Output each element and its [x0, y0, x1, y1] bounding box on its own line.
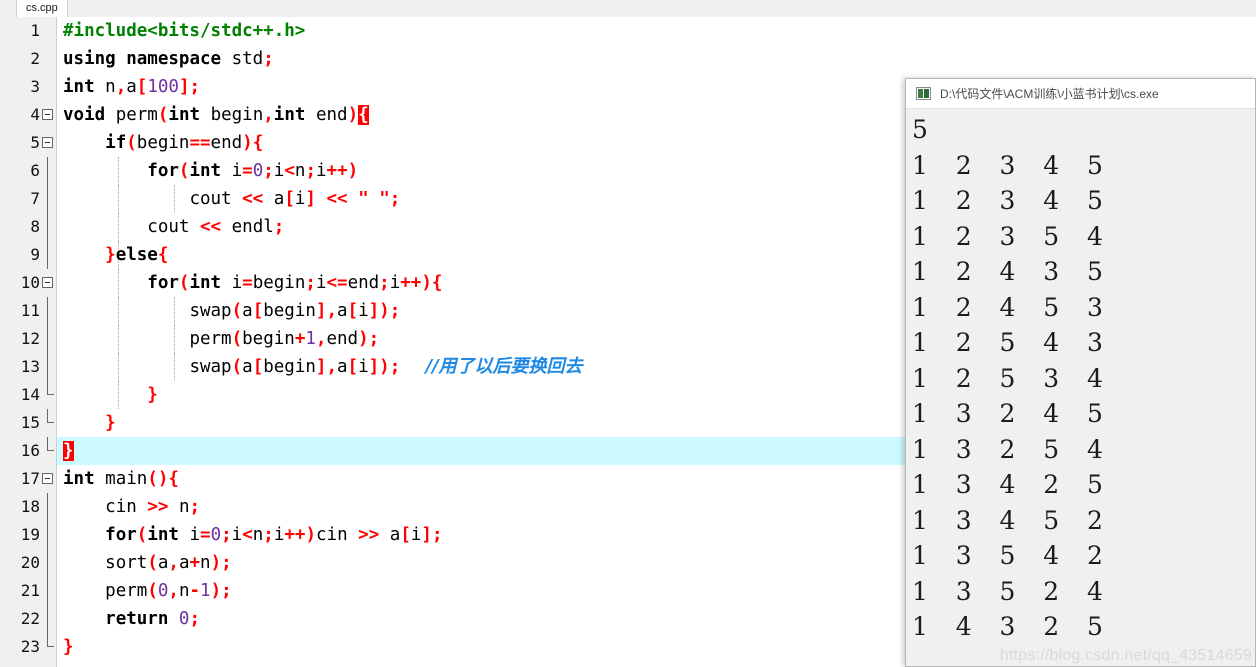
code-text: cout << endl; [147, 217, 285, 237]
line-number: 10 [20, 273, 40, 292]
code-text: cin >> n; [105, 497, 201, 517]
console-output-line: 1 2 4 5 3 [912, 292, 1104, 322]
fold-guide-line [47, 297, 48, 325]
code-text: sort(a,a+n); [105, 553, 232, 573]
code-comment: //用了以后要换回去 [400, 356, 583, 377]
console-output-line: 1 3 5 4 2 [912, 541, 1104, 570]
line-number: 5 [30, 133, 40, 152]
console-output-line: 1 4 3 2 5 [912, 612, 1104, 641]
console-output-line: 1 2 3 4 5 [912, 186, 1104, 215]
line-number: 2 [30, 49, 40, 68]
console-output-line: 1 2 5 3 4 [912, 363, 1104, 393]
code-text: return 0; [105, 609, 201, 629]
fold-guide-line [47, 353, 48, 381]
code-text: swap(a[begin],a[i]); //用了以后要换回去 [189, 356, 583, 377]
console-title-text: D:\代码文件\ACM训练\小蓝书计划\cs.exe [940, 87, 1159, 101]
line-number: 15 [20, 413, 40, 432]
line-number: 11 [20, 301, 40, 320]
fold-toggle-icon[interactable] [42, 473, 53, 484]
fold-region-end-icon [47, 437, 54, 451]
code-text: } [147, 385, 158, 405]
code-text: } [63, 441, 74, 461]
line-number: 21 [20, 581, 40, 600]
fold-guide-line [47, 605, 48, 633]
code-text: swap(a[begin],a[i]); [189, 301, 401, 321]
code-text: #include<bits/stdc++.h> [63, 21, 306, 41]
line-number: 22 [20, 609, 40, 628]
code-text: cout << a[i] << " "; [189, 189, 401, 209]
code-line[interactable]: 1 #include<bits/stdc++.h> [0, 17, 1256, 45]
line-number: 16 [20, 441, 40, 460]
line-number: 12 [20, 329, 40, 348]
code-text: void perm(int begin,int end){ [63, 105, 369, 125]
code-text: int n,a[100]; [63, 77, 201, 97]
line-number: 17 [20, 469, 40, 488]
console-output-line: 1 3 5 2 4 [912, 576, 1104, 606]
console-window[interactable]: D:\代码文件\ACM训练\小蓝书计划\cs.exe 5 1 2 3 4 5 1 2… [905, 78, 1256, 667]
fold-region-end-icon [47, 409, 54, 423]
console-title-bar[interactable]: D:\代码文件\ACM训练\小蓝书计划\cs.exe [906, 79, 1255, 109]
editor-tab-strip: cs.cpp [0, 0, 1256, 18]
line-number: 8 [30, 217, 40, 236]
fold-toggle-icon[interactable] [42, 109, 53, 120]
code-text: if(begin==end){ [105, 133, 264, 153]
line-number: 19 [20, 525, 40, 544]
code-text: }else{ [105, 245, 169, 265]
tab-cs-cpp[interactable]: cs.cpp [16, 0, 68, 17]
line-number: 20 [20, 553, 40, 572]
code-text: } [105, 413, 116, 433]
console-output: 5 1 2 3 4 5 1 2 3 4 5 1 2 3 5 4 1 2 4 3 5 1 2… [906, 109, 1255, 645]
code-text: for(int i=begin;i<=end;i++){ [147, 273, 443, 293]
console-output-line: 1 3 4 5 2 [912, 505, 1104, 535]
fold-guide-line [47, 549, 48, 577]
line-number: 3 [30, 77, 40, 96]
console-output-line: 5 [912, 115, 929, 144]
fold-toggle-icon[interactable] [42, 137, 53, 148]
fold-guide-line [47, 493, 48, 521]
line-number: 23 [20, 637, 40, 656]
console-output-line: 1 3 2 5 4 [912, 434, 1104, 464]
code-text: for(int i=0;i<n;i++)cin >> a[i]; [105, 525, 443, 545]
fold-toggle-icon[interactable] [42, 277, 53, 288]
console-output-line: 1 2 3 4 5 [912, 150, 1104, 180]
fold-guide-line [47, 577, 48, 605]
line-number: 4 [30, 105, 40, 124]
line-number: 7 [30, 189, 40, 208]
line-number: 18 [20, 497, 40, 516]
console-output-line: 1 2 3 5 4 [912, 221, 1104, 251]
fold-guide-line [47, 185, 48, 213]
fold-guide-line [47, 213, 48, 241]
code-text: } [63, 637, 74, 657]
console-output-line: 1 2 5 4 3 [912, 328, 1104, 357]
current-line-highlight [57, 437, 905, 465]
console-output-line: 1 3 4 2 5 [912, 470, 1104, 499]
line-number: 6 [30, 161, 40, 180]
fold-region-end-icon [47, 381, 54, 395]
fold-guide-line [47, 325, 48, 353]
code-text: using namespace std; [63, 49, 274, 69]
console-app-icon [916, 87, 931, 100]
code-text: perm(begin+1,end); [189, 329, 380, 349]
code-line[interactable]: 2 using namespace std; [0, 45, 1256, 73]
line-number: 13 [20, 357, 40, 376]
line-number: 14 [20, 385, 40, 404]
fold-guide-line [47, 157, 48, 185]
code-text: int main(){ [63, 469, 179, 489]
fold-guide-line [47, 241, 48, 269]
console-output-line: 1 3 2 4 5 [912, 399, 1104, 428]
line-number: 9 [30, 245, 40, 264]
fold-guide-line [47, 521, 48, 549]
console-output-line: 1 2 4 3 5 [912, 257, 1104, 286]
line-number: 1 [30, 21, 40, 40]
code-text: perm(0,n-1); [105, 581, 232, 601]
code-text: for(int i=0;i<n;i++) [147, 161, 359, 181]
fold-region-end-icon [47, 633, 54, 647]
